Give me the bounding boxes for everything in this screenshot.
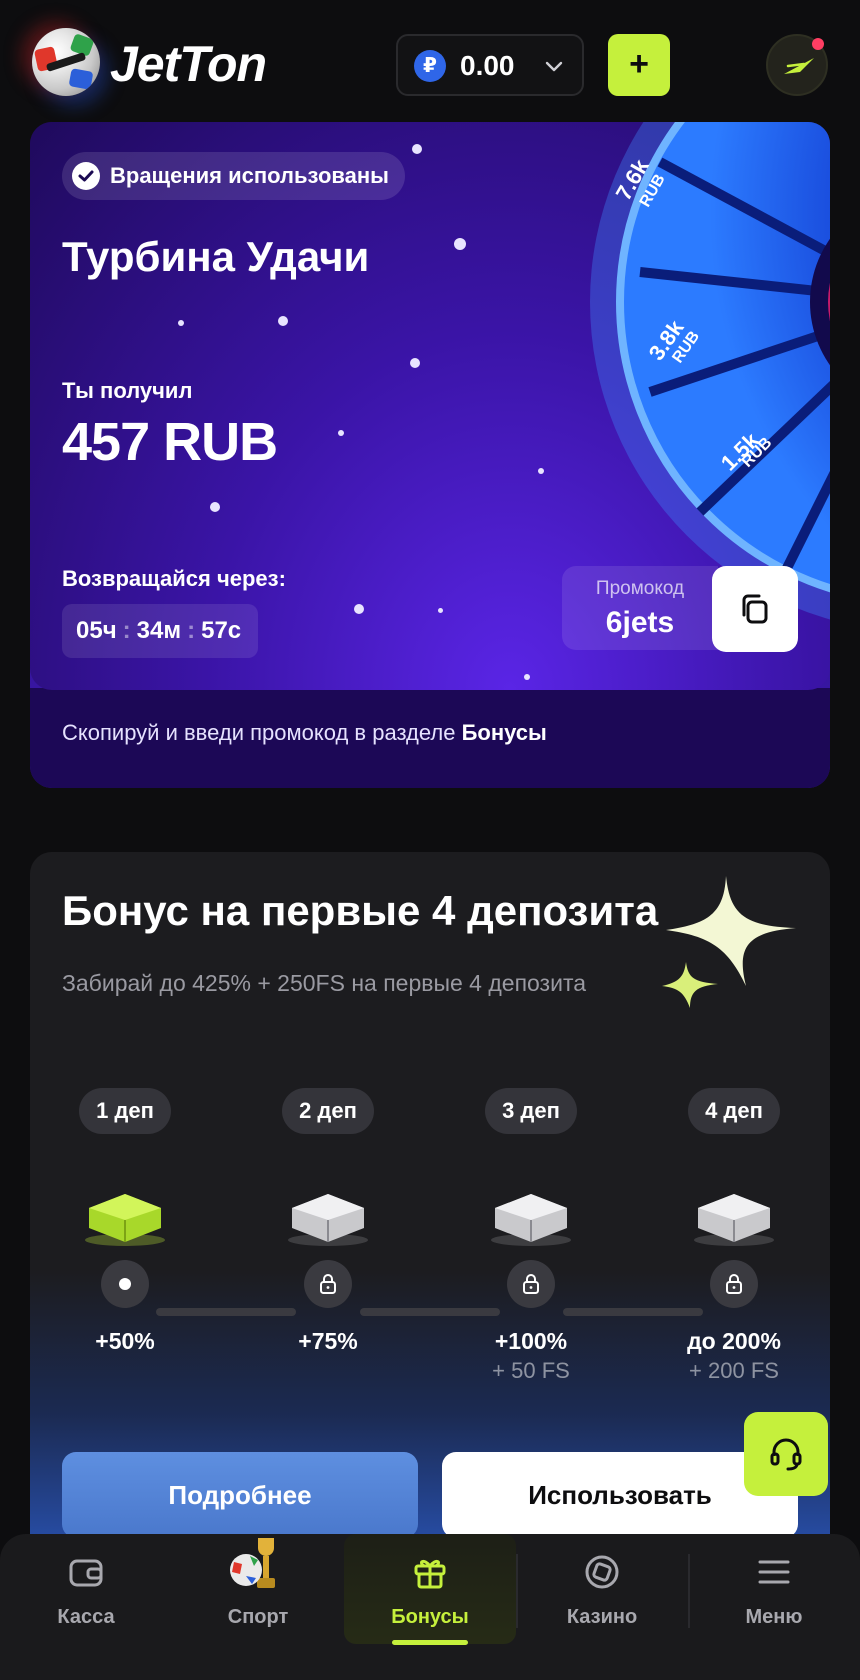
step-freespins: + 200 FS <box>689 1358 779 1383</box>
nav-item-menu[interactable]: Меню <box>688 1534 860 1644</box>
step-label: 4 деп <box>688 1088 780 1134</box>
nav-label: Бонусы <box>391 1606 469 1628</box>
support-chat-button[interactable] <box>744 1412 828 1496</box>
deposit-bonus-title: Бонус на первые 4 депозита <box>62 887 659 934</box>
step-percent: +50% <box>95 1328 155 1354</box>
nav-label: Касса <box>57 1606 115 1628</box>
star-decoration <box>278 316 288 326</box>
lock-icon <box>710 1260 758 1308</box>
details-button[interactable]: Подробнее <box>62 1452 418 1538</box>
star-decoration <box>454 238 466 250</box>
promo-code-value: 6jets <box>605 606 675 639</box>
nav-label: Спорт <box>227 1606 289 1628</box>
logo-ball-icon[interactable] <box>32 28 100 96</box>
copy-icon <box>742 594 768 624</box>
deposit-step-3[interactable]: 3 деп +100% + 50 FS <box>441 1088 621 1383</box>
deposit-step-1[interactable]: 1 деп +50% <box>35 1088 215 1354</box>
spins-used-text: Вращения использованы <box>110 163 389 188</box>
step-percent: +75% <box>298 1328 358 1354</box>
deposit-bonus-subtitle: Забирай до 425% + 250FS на первые 4 депо… <box>62 970 587 996</box>
promo-label: Промокод <box>595 578 685 599</box>
wheel-title: Турбина Удачи <box>62 233 370 280</box>
progress-connector <box>156 1308 296 1316</box>
star-decoration <box>524 674 530 680</box>
lucky-wheel-card: 7.6k RUB 3.8k RUB 1.5k RUB Вращения испо… <box>30 122 830 788</box>
bonuses-link-text: Бонусы <box>461 720 547 745</box>
timer-hours: 05ч <box>76 617 117 644</box>
case-silver-icon <box>288 1194 368 1246</box>
jet-plane-icon <box>784 58 814 74</box>
fortune-wheel-graphic: 7.6k RUB 3.8k RUB 1.5k RUB <box>590 122 830 620</box>
progress-connector <box>563 1308 703 1316</box>
deposit-bonus-card: Бонус на первые 4 депозита Забирай до 42… <box>30 852 830 1572</box>
promo-code-box: Промокод 6jets <box>562 566 718 650</box>
case-green-icon <box>85 1194 165 1246</box>
star-decoration <box>438 608 443 613</box>
balance-value: 0.00 <box>460 50 515 81</box>
top-header: JetTon ₽ 0.00 + <box>0 0 860 122</box>
star-decoration <box>178 320 184 326</box>
step-freespins: + 50 FS <box>492 1358 570 1383</box>
lock-icon <box>304 1260 352 1308</box>
received-label: Ты получил <box>62 378 193 403</box>
sparkle-icon <box>662 962 718 1008</box>
lock-icon <box>507 1260 555 1308</box>
gift-icon <box>414 1559 446 1589</box>
menu-icon <box>758 1560 790 1584</box>
nav-item-cashier[interactable]: Касса <box>0 1534 172 1644</box>
step-percent: +100% <box>494 1328 568 1354</box>
chip-icon <box>585 1555 619 1589</box>
trophy-ball-icon <box>230 1538 275 1588</box>
headset-icon <box>770 1438 802 1471</box>
promo-hint: Скопируй и введи промокод в разделе Бону… <box>62 720 547 745</box>
timer-minutes: 34м <box>136 617 182 644</box>
notification-dot <box>812 38 824 50</box>
step-label: 1 деп <box>79 1088 171 1134</box>
ruble-icon: ₽ <box>414 50 446 82</box>
active-indicator <box>392 1640 468 1645</box>
step-label: 3 деп <box>485 1088 577 1134</box>
case-silver-icon <box>491 1194 571 1246</box>
received-value: 457 RUB <box>62 412 278 472</box>
timer-seconds: 57с <box>201 617 242 644</box>
wallet-icon <box>69 1559 103 1587</box>
logo-text[interactable]: JetTon <box>110 36 267 92</box>
spins-used-badge: Вращения использованы <box>62 152 405 200</box>
chevron-down-icon <box>545 61 563 72</box>
nav-item-bonuses[interactable]: Бонусы <box>344 1534 516 1645</box>
star-decoration <box>210 502 220 512</box>
star-decoration <box>354 604 364 614</box>
check-icon <box>72 162 100 190</box>
deposit-step-4[interactable]: 4 деп до 200% + 200 FS <box>644 1088 824 1383</box>
step-label: 2 деп <box>282 1088 374 1134</box>
progress-connector <box>360 1308 500 1316</box>
deposit-plus-button[interactable]: + <box>608 34 670 96</box>
step-percent: до 200% <box>687 1328 781 1354</box>
deposit-step-2[interactable]: 2 деп +75% <box>238 1088 418 1354</box>
bottom-navigation: Касса Спорт Бонусы Казино Меню <box>0 1534 860 1680</box>
nav-label: Меню <box>745 1606 803 1628</box>
case-silver-icon <box>694 1194 774 1246</box>
nav-item-sport[interactable]: Спорт <box>172 1534 344 1644</box>
nav-item-casino[interactable]: Казино <box>516 1534 688 1644</box>
nav-label: Казино <box>566 1606 638 1628</box>
star-decoration <box>338 430 344 436</box>
balance-selector[interactable]: ₽ 0.00 <box>396 34 584 96</box>
copy-promo-button[interactable] <box>712 566 798 652</box>
countdown-timer: 05ч : 34м : 57с <box>62 604 258 658</box>
return-label: Возвращайся через: <box>62 566 286 591</box>
step-current-node <box>101 1260 149 1308</box>
star-decoration <box>412 144 422 154</box>
star-decoration <box>410 358 420 368</box>
